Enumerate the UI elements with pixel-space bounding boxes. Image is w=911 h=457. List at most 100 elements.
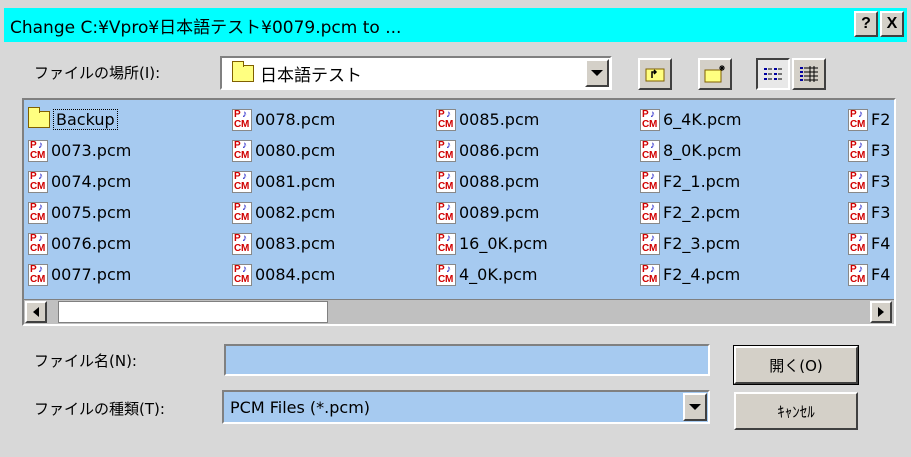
pcm-file-icon: P ♪ C M <box>28 170 48 193</box>
file-item[interactable]: P ♪ C M 6_4K.pcm <box>640 104 741 135</box>
file-item[interactable]: P ♪ C M F2_3.pcm <box>640 228 741 259</box>
file-item[interactable]: P ♪ C M 8_0K.pcm <box>640 135 741 166</box>
file-name: 0088.pcm <box>459 172 540 191</box>
lookin-dropdown-button[interactable] <box>585 59 609 87</box>
file-item[interactable]: P ♪ C M 0082.pcm <box>232 197 335 228</box>
details-view-button[interactable] <box>792 58 826 90</box>
pcm-file-icon: P ♪ C M <box>436 108 456 131</box>
file-item[interactable]: P ♪ C M F2_4.pcm <box>640 259 741 290</box>
file-item[interactable]: P ♪ C M 0089.pcm <box>436 197 548 228</box>
file-item[interactable]: P ♪ C M F4 <box>848 259 890 290</box>
file-name: 0081.pcm <box>255 172 336 191</box>
file-item[interactable]: P ♪ C M 0075.pcm <box>28 197 131 228</box>
lookin-label: ファイルの場所(I): <box>34 64 161 82</box>
pcm-file-icon: P ♪ C M <box>848 263 868 286</box>
help-button[interactable]: ? <box>854 11 878 37</box>
file-item[interactable]: P ♪ C M F3 <box>848 166 890 197</box>
pcm-file-icon: P ♪ C M <box>28 139 48 162</box>
file-name: 0084.pcm <box>255 265 336 284</box>
lookin-value: 日本語テスト <box>260 65 362 86</box>
file-name: F2_2.pcm <box>663 203 741 222</box>
file-name: 0082.pcm <box>255 203 336 222</box>
file-item[interactable]: P ♪ C M 0074.pcm <box>28 166 131 197</box>
pcm-file-icon: P ♪ C M <box>640 108 660 131</box>
up-one-level-button[interactable] <box>638 58 672 90</box>
file-name: 0073.pcm <box>51 141 132 160</box>
scroll-left-button[interactable] <box>25 301 47 323</box>
file-item[interactable]: P ♪ C M 0084.pcm <box>232 259 335 290</box>
filename-input[interactable] <box>224 344 710 376</box>
file-item[interactable]: P ♪ C M F3 <box>848 135 890 166</box>
file-name: F2_1.pcm <box>663 172 741 191</box>
pcm-file-icon: P ♪ C M <box>232 139 252 162</box>
file-item[interactable]: P ♪ C M 16_0K.pcm <box>436 228 548 259</box>
pcm-file-icon: P ♪ C M <box>848 108 868 131</box>
file-item[interactable]: P ♪ C M 0081.pcm <box>232 166 335 197</box>
file-item[interactable]: P ♪ C M 0083.pcm <box>232 228 335 259</box>
pcm-file-icon: P ♪ C M <box>848 139 868 162</box>
list-view-icon <box>764 68 782 80</box>
filetype-select[interactable]: PCM Files (*.pcm) <box>222 390 710 424</box>
pcm-file-icon: P ♪ C M <box>232 201 252 224</box>
pcm-file-icon: P ♪ C M <box>28 263 48 286</box>
file-name: 0080.pcm <box>255 141 336 160</box>
file-item[interactable]: P ♪ C M F2 <box>848 104 890 135</box>
file-name: F2_3.pcm <box>663 234 741 253</box>
cancel-button[interactable]: ｷｬﾝｾﾙ <box>734 392 858 430</box>
lookin-dropdown[interactable]: 日本語テスト <box>220 56 612 90</box>
pcm-file-icon: P ♪ C M <box>232 232 252 255</box>
open-folder-icon <box>232 60 254 82</box>
file-item[interactable]: P ♪ C M 4_0K.pcm <box>436 259 548 290</box>
scroll-right-button[interactable] <box>870 301 892 323</box>
file-item[interactable]: Backup <box>28 104 131 135</box>
file-item[interactable]: P ♪ C M F2_2.pcm <box>640 197 741 228</box>
pcm-file-icon: P ♪ C M <box>436 170 456 193</box>
pcm-file-icon: P ♪ C M <box>640 232 660 255</box>
file-name: 0077.pcm <box>51 265 132 284</box>
open-button[interactable]: 開く(O) <box>733 345 859 385</box>
new-folder-button[interactable] <box>698 58 732 90</box>
pcm-file-icon: P ♪ C M <box>232 108 252 131</box>
file-name: F2_4.pcm <box>663 265 741 284</box>
file-name: 0078.pcm <box>255 110 336 129</box>
file-name: Backup <box>53 109 118 130</box>
file-column: P ♪ C M 0085.pcm P ♪ C M 0086.pcm P ♪ C M 0088.pcm P ♪ C M… <box>436 104 548 290</box>
file-list[interactable]: Backup P ♪ C M 0073.pcm P ♪ C M 0074.pcm P ♪ C M 0075.p… <box>22 98 896 326</box>
file-column: P ♪ C M 6_4K.pcm P ♪ C M 8_0K.pcm P ♪ C M F2_1.pcm P ♪ C M… <box>640 104 741 290</box>
file-column: Backup P ♪ C M 0073.pcm P ♪ C M 0074.pcm P ♪ C M 0075.p… <box>28 104 131 290</box>
filename-label: ファイル名(N): <box>34 352 137 370</box>
pcm-file-icon: P ♪ C M <box>232 263 252 286</box>
pcm-file-icon: P ♪ C M <box>436 263 456 286</box>
file-name: 0085.pcm <box>459 110 540 129</box>
file-column: P ♪ C M F2 P ♪ C M F3 P ♪ C M F3 P ♪ C M F3 P ♪ C M F4 P ♪ C M F4 <box>848 104 890 290</box>
filetype-dropdown-button[interactable] <box>683 393 707 421</box>
horizontal-scrollbar[interactable] <box>24 299 894 324</box>
scroll-thumb[interactable] <box>58 301 328 323</box>
file-name: F3 <box>871 172 891 191</box>
file-item[interactable]: P ♪ C M F2_1.pcm <box>640 166 741 197</box>
file-dialog: Change C:¥Vpro¥日本語テスト¥0079.pcm to ... ? … <box>0 0 911 457</box>
close-button[interactable]: X <box>880 11 904 37</box>
pcm-file-icon: P ♪ C M <box>848 232 868 255</box>
file-item[interactable]: P ♪ C M 0073.pcm <box>28 135 131 166</box>
arrow-left-icon <box>33 307 39 317</box>
file-item[interactable]: P ♪ C M 0080.pcm <box>232 135 335 166</box>
file-item[interactable]: P ♪ C M F3 <box>848 197 890 228</box>
file-item[interactable]: P ♪ C M 0086.pcm <box>436 135 548 166</box>
filetype-label: ファイルの種類(T): <box>34 400 165 418</box>
list-view-button[interactable] <box>756 58 790 90</box>
pcm-file-icon: P ♪ C M <box>436 232 456 255</box>
pcm-file-icon: P ♪ C M <box>640 170 660 193</box>
details-view-icon <box>800 66 818 82</box>
title-bar[interactable]: Change C:¥Vpro¥日本語テスト¥0079.pcm to ... ? … <box>4 8 907 42</box>
pcm-file-icon: P ♪ C M <box>640 201 660 224</box>
file-name: F3 <box>871 141 891 160</box>
file-name: F2 <box>871 110 891 129</box>
file-item[interactable]: P ♪ C M F4 <box>848 228 890 259</box>
file-name: 0089.pcm <box>459 203 540 222</box>
file-item[interactable]: P ♪ C M 0077.pcm <box>28 259 131 290</box>
file-item[interactable]: P ♪ C M 0085.pcm <box>436 104 548 135</box>
file-item[interactable]: P ♪ C M 0078.pcm <box>232 104 335 135</box>
file-item[interactable]: P ♪ C M 0088.pcm <box>436 166 548 197</box>
file-item[interactable]: P ♪ C M 0076.pcm <box>28 228 131 259</box>
